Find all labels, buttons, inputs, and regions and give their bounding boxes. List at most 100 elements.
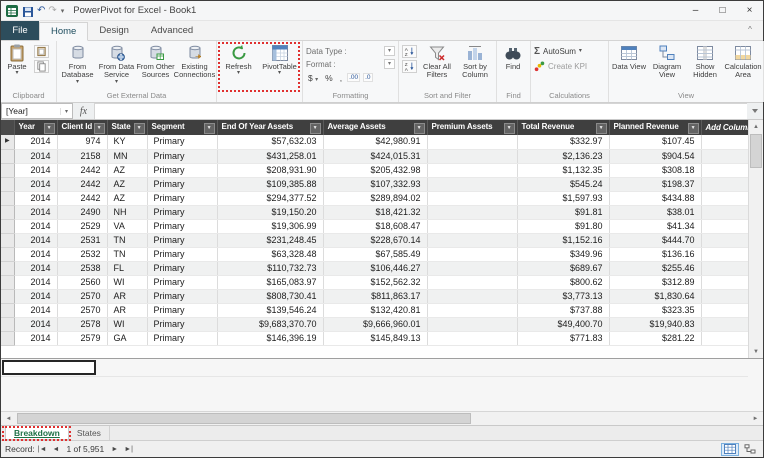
row-header[interactable] [1,331,15,346]
calculation-area-button[interactable]: Calculation Area [724,42,762,80]
cell[interactable]: Primary [147,219,218,234]
row-header[interactable] [1,289,15,304]
comma-format-button[interactable]: , [338,72,344,84]
cell[interactable]: $67,585.49 [323,247,428,262]
cell-add-column[interactable] [701,303,751,318]
cell[interactable]: $145,849.13 [323,331,428,346]
maximize-button[interactable]: □ [709,1,736,20]
column-header[interactable]: ▼ Premium Assets [427,120,518,135]
cell[interactable] [427,149,518,164]
row-header[interactable] [1,219,15,234]
cell[interactable]: $811,863.17 [323,289,428,304]
cell[interactable]: MN [107,149,148,164]
column-header[interactable]: ▼ Year [14,120,58,135]
cell[interactable]: Primary [147,191,218,206]
cell[interactable]: $9,683,370.70 [217,317,324,332]
cell[interactable]: $106,446.27 [323,261,428,276]
previous-record-icon[interactable]: ◄ [53,446,60,453]
cell[interactable]: $132,420.81 [323,303,428,318]
cell[interactable] [427,303,518,318]
cell[interactable]: NH [107,205,148,220]
filter-dropdown-icon[interactable]: ▼ [93,122,105,134]
cell[interactable]: $107,332.93 [323,177,428,192]
row-header[interactable] [1,205,15,220]
cell[interactable]: 2014 [14,303,58,318]
cell[interactable]: $231,248.45 [217,233,324,248]
cell[interactable]: 2014 [14,191,58,206]
filter-dropdown-icon[interactable]: ▼ [503,122,515,134]
cell[interactable]: 2442 [57,163,108,178]
cell[interactable]: 2014 [14,275,58,290]
row-header[interactable] [1,191,15,206]
currency-format-button[interactable]: $ ▾ [306,72,320,84]
scroll-right-icon[interactable]: ► [748,412,763,425]
cell[interactable]: $308.18 [609,163,702,178]
show-hidden-button[interactable]: Show Hidden [686,42,724,80]
diagram-view-button[interactable]: Diagram View [648,42,686,80]
cell[interactable]: WI [107,275,148,290]
vscroll-thumb[interactable] [750,134,762,168]
cell[interactable]: AR [107,303,148,318]
formula-input[interactable] [95,103,747,119]
row-header[interactable] [1,261,15,276]
cell[interactable]: Primary [147,247,218,262]
clear-all-filters-button[interactable]: Clear All Filters [418,42,456,80]
cell[interactable]: $800.62 [517,275,610,290]
cell[interactable] [427,163,518,178]
cell[interactable]: Primary [147,289,218,304]
cell[interactable]: $1,597.93 [517,191,610,206]
cell[interactable]: 2442 [57,177,108,192]
filter-dropdown-icon[interactable]: ▼ [413,122,425,134]
cell[interactable]: $146,396.19 [217,331,324,346]
cell[interactable]: 2529 [57,219,108,234]
cell[interactable]: $19,150.20 [217,205,324,220]
cell[interactable]: FL [107,261,148,276]
cell[interactable]: $289,894.02 [323,191,428,206]
create-kpi-button[interactable]: Create KPI [534,60,605,73]
data-type-dropdown[interactable]: ▾ [384,46,395,56]
cell[interactable] [427,331,518,346]
cell[interactable]: $198.37 [609,177,702,192]
cell[interactable]: $323.35 [609,303,702,318]
percent-format-button[interactable]: % [323,72,335,84]
cell[interactable]: 2014 [14,205,58,220]
cell[interactable] [427,135,518,150]
cell[interactable]: $434.88 [609,191,702,206]
cell[interactable]: 2578 [57,317,108,332]
selected-measure-cell[interactable] [2,360,96,375]
cell[interactable]: KY [107,135,148,150]
cell-add-column[interactable] [701,331,751,346]
hscroll-thumb[interactable] [17,413,471,424]
cell[interactable]: $3,773.13 [517,289,610,304]
cell-add-column[interactable] [701,149,751,164]
name-box[interactable]: [Year] ▾ [1,103,73,119]
tab-home[interactable]: Home [39,22,89,41]
cell[interactable]: Primary [147,205,218,220]
cell-add-column[interactable] [701,163,751,178]
sort-ascending-button[interactable]: AZ [402,45,417,58]
cell[interactable]: $19,306.99 [217,219,324,234]
scroll-down-icon[interactable]: ▼ [749,345,763,358]
cell[interactable]: TN [107,233,148,248]
cell[interactable] [427,261,518,276]
horizontal-scrollbar[interactable]: ◄ ► [1,411,763,425]
cell[interactable] [427,205,518,220]
cell[interactable] [427,289,518,304]
cell[interactable]: 2014 [14,219,58,234]
diagram-view-toggle[interactable] [741,443,759,456]
cell[interactable]: $19,940.83 [609,317,702,332]
first-record-icon[interactable]: |◄ [38,446,47,453]
cell[interactable]: $281.22 [609,331,702,346]
cell[interactable]: $689.67 [517,261,610,276]
sort-by-column-button[interactable]: Sort by Column [456,42,494,80]
cell[interactable]: 2538 [57,261,108,276]
file-tab[interactable]: File [1,21,39,40]
close-button[interactable]: × [736,1,763,20]
row-header[interactable] [1,303,15,318]
cell[interactable]: $228,670.14 [323,233,428,248]
filter-dropdown-icon[interactable]: ▼ [43,122,55,134]
scroll-up-icon[interactable]: ▲ [749,120,763,133]
cell[interactable]: 974 [57,135,108,150]
cell[interactable]: Primary [147,177,218,192]
cell[interactable]: 2014 [14,163,58,178]
